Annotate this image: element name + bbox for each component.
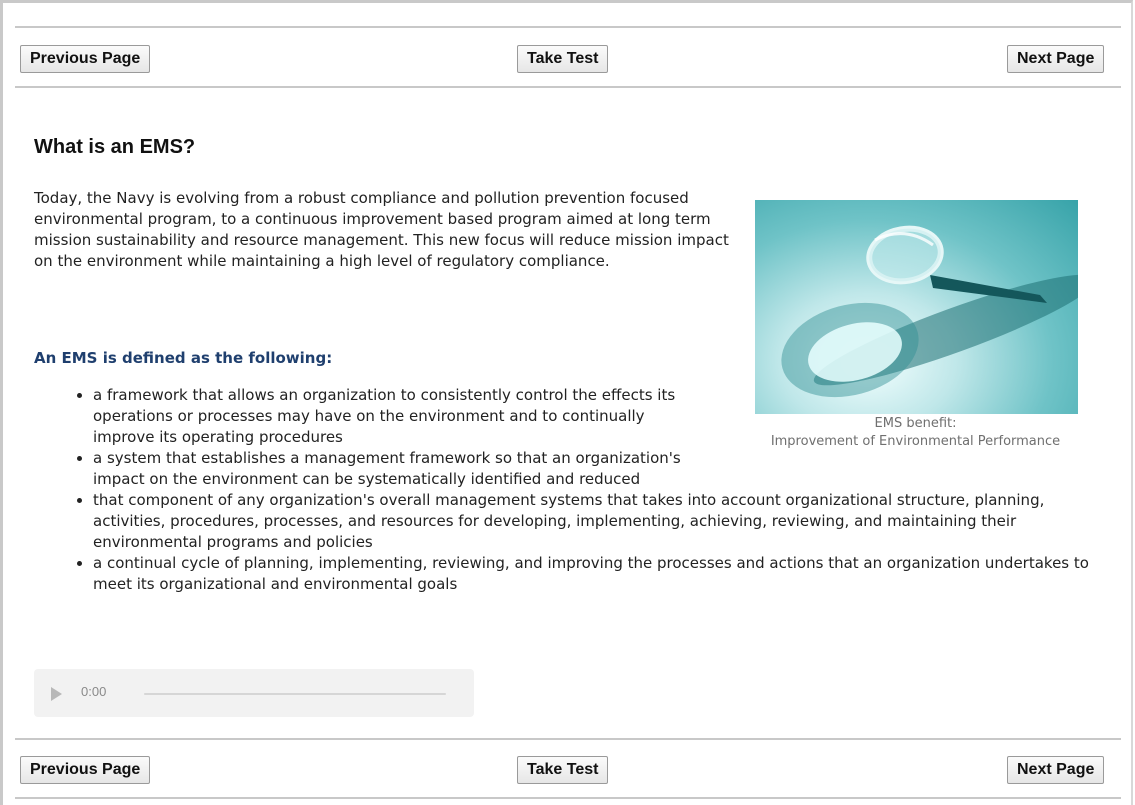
- definition-item: a system that establishes a management f…: [93, 448, 693, 490]
- page-frame: Previous Page Take Test Next Page What i…: [0, 0, 1133, 805]
- magnifying-glass-illustration: [781, 225, 1078, 398]
- previous-page-button-top[interactable]: Previous Page: [20, 45, 151, 73]
- next-page-button-top[interactable]: Next Page: [1007, 45, 1105, 73]
- intro-paragraph: Today, the Navy is evolving from a robus…: [34, 189, 729, 270]
- previous-page-button-bottom[interactable]: Previous Page: [20, 756, 151, 784]
- definition-item: a continual cycle of planning, implement…: [93, 553, 1093, 595]
- definition-item: a framework that allows an organization …: [93, 385, 693, 448]
- magnifying-glass-image: [755, 200, 1078, 414]
- bottom-divider-upper: [15, 738, 1121, 740]
- definition-item: that component of any organization's ove…: [93, 490, 1093, 553]
- definition-list: a framework that allows an organization …: [53, 385, 1093, 595]
- audio-time: 0:00: [81, 684, 107, 699]
- play-icon[interactable]: [51, 687, 62, 701]
- definition-heading: An EMS is defined as the following:: [34, 349, 333, 367]
- audio-progress-track[interactable]: [144, 693, 446, 695]
- next-page-button-bottom[interactable]: Next Page: [1007, 756, 1105, 784]
- bottom-divider-lower: [15, 797, 1121, 799]
- take-test-button-bottom[interactable]: Take Test: [517, 756, 609, 784]
- audio-player[interactable]: 0:00: [34, 669, 474, 717]
- top-divider-lower: [15, 86, 1121, 88]
- page-title: What is an EMS?: [34, 136, 196, 158]
- top-divider-upper: [15, 26, 1121, 28]
- take-test-button-top[interactable]: Take Test: [517, 45, 609, 73]
